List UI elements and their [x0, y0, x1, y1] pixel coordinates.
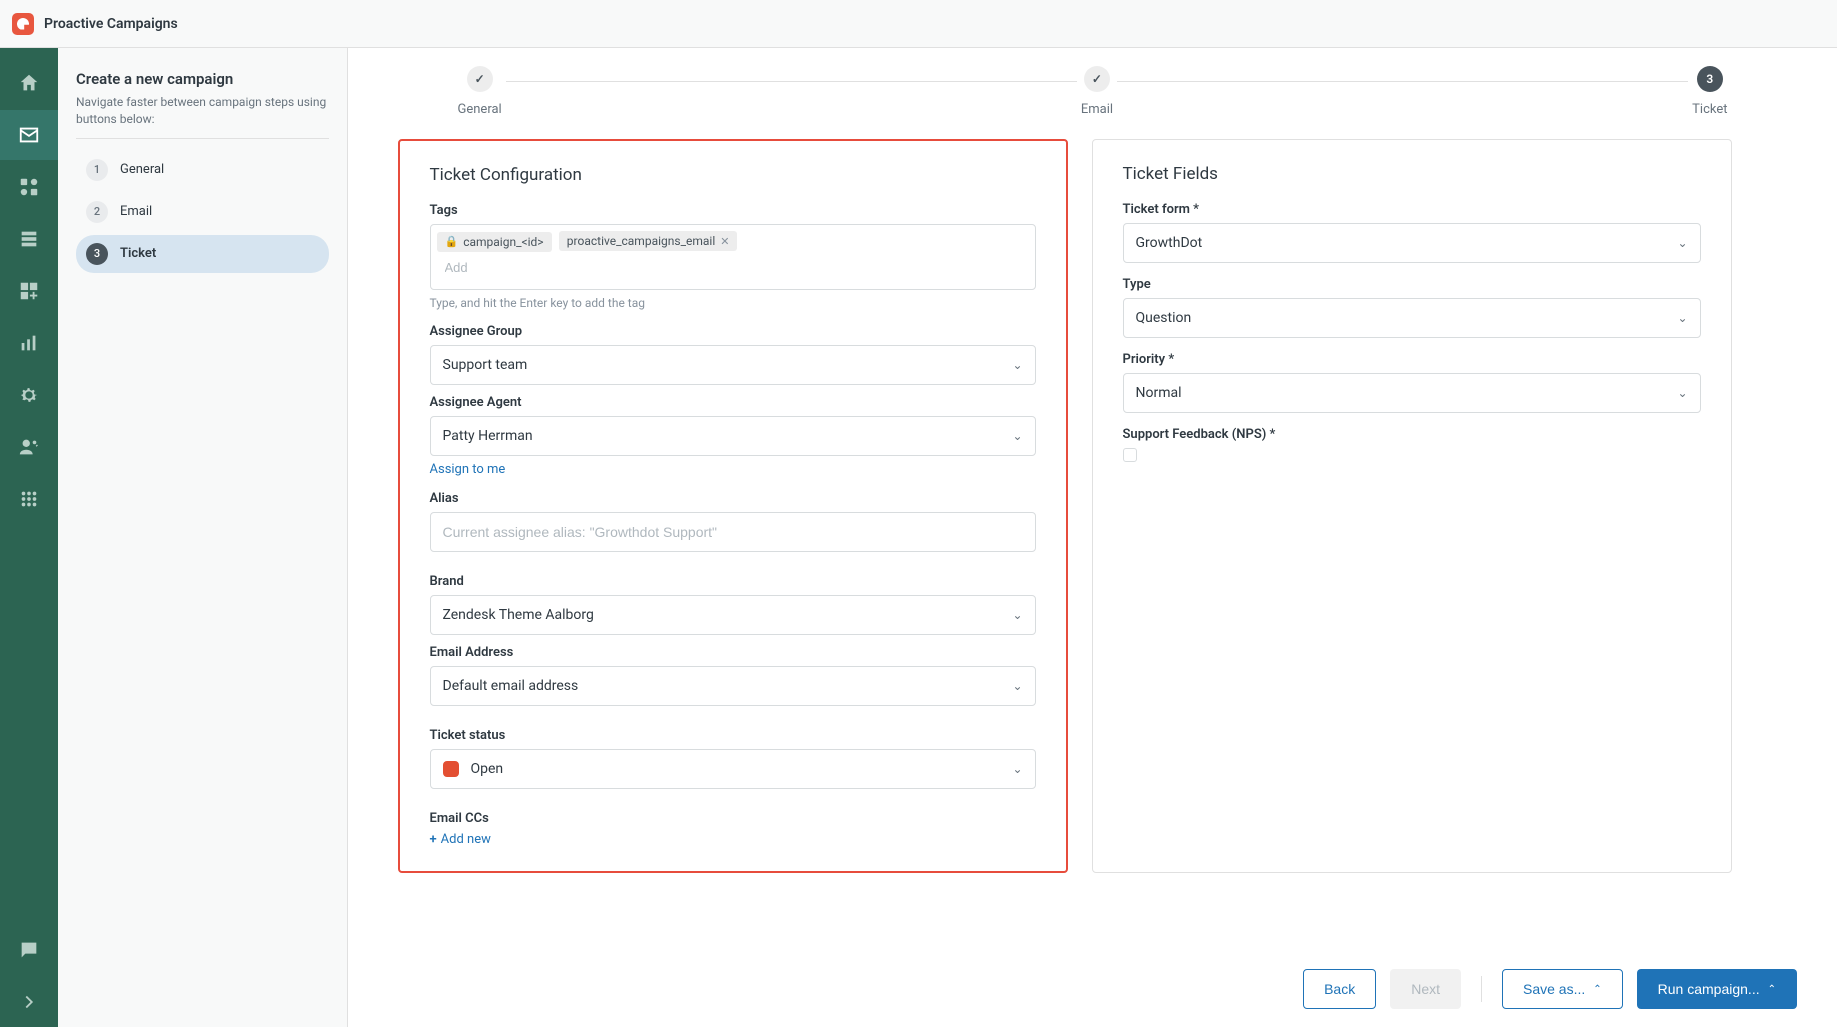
ticket-form-select[interactable]: GrowthDot ⌄	[1123, 223, 1701, 263]
rail-chat-icon[interactable]	[0, 925, 58, 975]
chevron-down-icon: ⌄	[1012, 679, 1022, 693]
ticket-configuration-card: Ticket Configuration Tags 🔒 campaign_<id…	[398, 139, 1068, 873]
rail-apps-icon[interactable]	[0, 266, 58, 316]
priority-select[interactable]: Normal ⌄	[1123, 373, 1701, 413]
brand-select[interactable]: Zendesk Theme Aalborg ⌄	[430, 595, 1036, 635]
type-select[interactable]: Question ⌄	[1123, 298, 1701, 338]
rail-analytics-icon[interactable]	[0, 318, 58, 368]
stepper: ✓ General ✓ Email 3 Ticket	[398, 48, 1788, 139]
sidebar-heading: Create a new campaign	[76, 70, 329, 88]
alias-input[interactable]	[430, 512, 1036, 552]
chevron-down-icon: ⌄	[1677, 386, 1687, 400]
chevron-down-icon: ⌄	[1012, 762, 1022, 776]
check-icon: ✓	[467, 66, 493, 92]
tag-chip-locked: 🔒 campaign_<id>	[437, 232, 552, 252]
sidebar-step-email[interactable]: 2 Email	[76, 193, 329, 231]
status-label: Ticket status	[430, 728, 1036, 743]
save-as-button[interactable]: Save as... ⌃	[1502, 969, 1623, 1009]
nps-checkbox[interactable]	[1123, 448, 1137, 462]
rail-expand-icon[interactable]	[0, 977, 58, 1027]
step-label: Ticket	[120, 246, 156, 261]
step-number: 2	[86, 201, 108, 223]
stepper-line	[1117, 81, 1688, 82]
stepper-line	[506, 81, 1077, 82]
rail-lists-icon[interactable]	[0, 214, 58, 264]
stepper-node-ticket[interactable]: 3 Ticket	[1692, 66, 1727, 117]
plus-icon: +	[430, 832, 437, 847]
assignee-group-label: Assignee Group	[430, 324, 1036, 339]
brand-label: Brand	[430, 574, 1036, 589]
sidebar: Create a new campaign Navigate faster be…	[58, 48, 348, 1027]
ticket-fields-card: Ticket Fields Ticket form * GrowthDot ⌄ …	[1092, 139, 1732, 873]
assignee-agent-select[interactable]: Patty Herrman ⌄	[430, 416, 1036, 456]
card-title: Ticket Configuration	[430, 165, 1036, 185]
step-number: 3	[86, 243, 108, 265]
tag-chip: proactive_campaigns_email ✕	[559, 231, 738, 251]
alias-label: Alias	[430, 491, 1036, 506]
lock-icon: 🔒	[445, 235, 459, 248]
email-address-select[interactable]: Default email address ⌄	[430, 666, 1036, 706]
back-button[interactable]: Back	[1303, 969, 1376, 1009]
stepper-node-email[interactable]: ✓ Email	[1081, 66, 1113, 117]
rail-templates-icon[interactable]	[0, 162, 58, 212]
rail-mail-icon[interactable]	[0, 110, 58, 160]
sidebar-step-ticket[interactable]: 3 Ticket	[76, 235, 329, 273]
assignee-group-select[interactable]: Support team ⌄	[430, 345, 1036, 385]
app-title: Proactive Campaigns	[44, 16, 178, 32]
rail-settings-icon[interactable]	[0, 370, 58, 420]
status-select[interactable]: Open ⌄	[430, 749, 1036, 789]
tags-hint: Type, and hit the Enter key to add the t…	[430, 296, 1036, 310]
nps-label: Support Feedback (NPS) *	[1123, 427, 1701, 442]
topbar: Proactive Campaigns	[0, 0, 1837, 48]
chevron-down-icon: ⌄	[1677, 311, 1687, 325]
content: ✓ General ✓ Email 3 Ticket Ticket Config…	[348, 48, 1837, 1027]
remove-tag-icon[interactable]: ✕	[720, 235, 729, 248]
step-current-badge: 3	[1697, 66, 1723, 92]
run-campaign-button[interactable]: Run campaign... ⌃	[1637, 969, 1797, 1009]
tags-label: Tags	[430, 203, 1036, 218]
chevron-down-icon: ⌄	[1012, 358, 1022, 372]
nav-rail	[0, 48, 58, 1027]
stepper-node-general[interactable]: ✓ General	[458, 66, 502, 117]
ticket-form-label: Ticket form *	[1123, 202, 1701, 217]
tags-input[interactable]: 🔒 campaign_<id> proactive_campaigns_emai…	[430, 224, 1036, 290]
step-label: General	[120, 162, 164, 177]
assignee-agent-label: Assignee Agent	[430, 395, 1036, 410]
app-logo-icon	[12, 13, 34, 35]
rail-users-icon[interactable]	[0, 422, 58, 472]
chevron-up-icon: ⌃	[1768, 984, 1776, 995]
divider	[1481, 976, 1482, 1002]
next-button: Next	[1390, 969, 1461, 1009]
chevron-up-icon: ⌃	[1593, 984, 1601, 995]
sidebar-step-general[interactable]: 1 General	[76, 151, 329, 189]
rail-grid-icon[interactable]	[0, 474, 58, 524]
chevron-down-icon: ⌄	[1012, 429, 1022, 443]
chevron-down-icon: ⌄	[1012, 608, 1022, 622]
email-address-label: Email Address	[430, 645, 1036, 660]
step-label: Email	[120, 204, 152, 219]
step-number: 1	[86, 159, 108, 181]
card-title: Ticket Fields	[1123, 164, 1701, 184]
add-cc-link[interactable]: +Add new	[430, 832, 491, 847]
sidebar-subtext: Navigate faster between campaign steps u…	[76, 94, 329, 139]
priority-label: Priority *	[1123, 352, 1701, 367]
ccs-label: Email CCs	[430, 811, 1036, 826]
tags-add-field[interactable]	[445, 260, 1021, 275]
status-color-icon	[443, 761, 459, 777]
chevron-down-icon: ⌄	[1677, 236, 1687, 250]
rail-home-icon[interactable]	[0, 58, 58, 108]
type-label: Type	[1123, 277, 1701, 292]
check-icon: ✓	[1084, 66, 1110, 92]
assign-to-me-link[interactable]: Assign to me	[430, 462, 506, 477]
footer: Back Next Save as... ⌃ Run campaign... ⌃	[348, 951, 1837, 1027]
